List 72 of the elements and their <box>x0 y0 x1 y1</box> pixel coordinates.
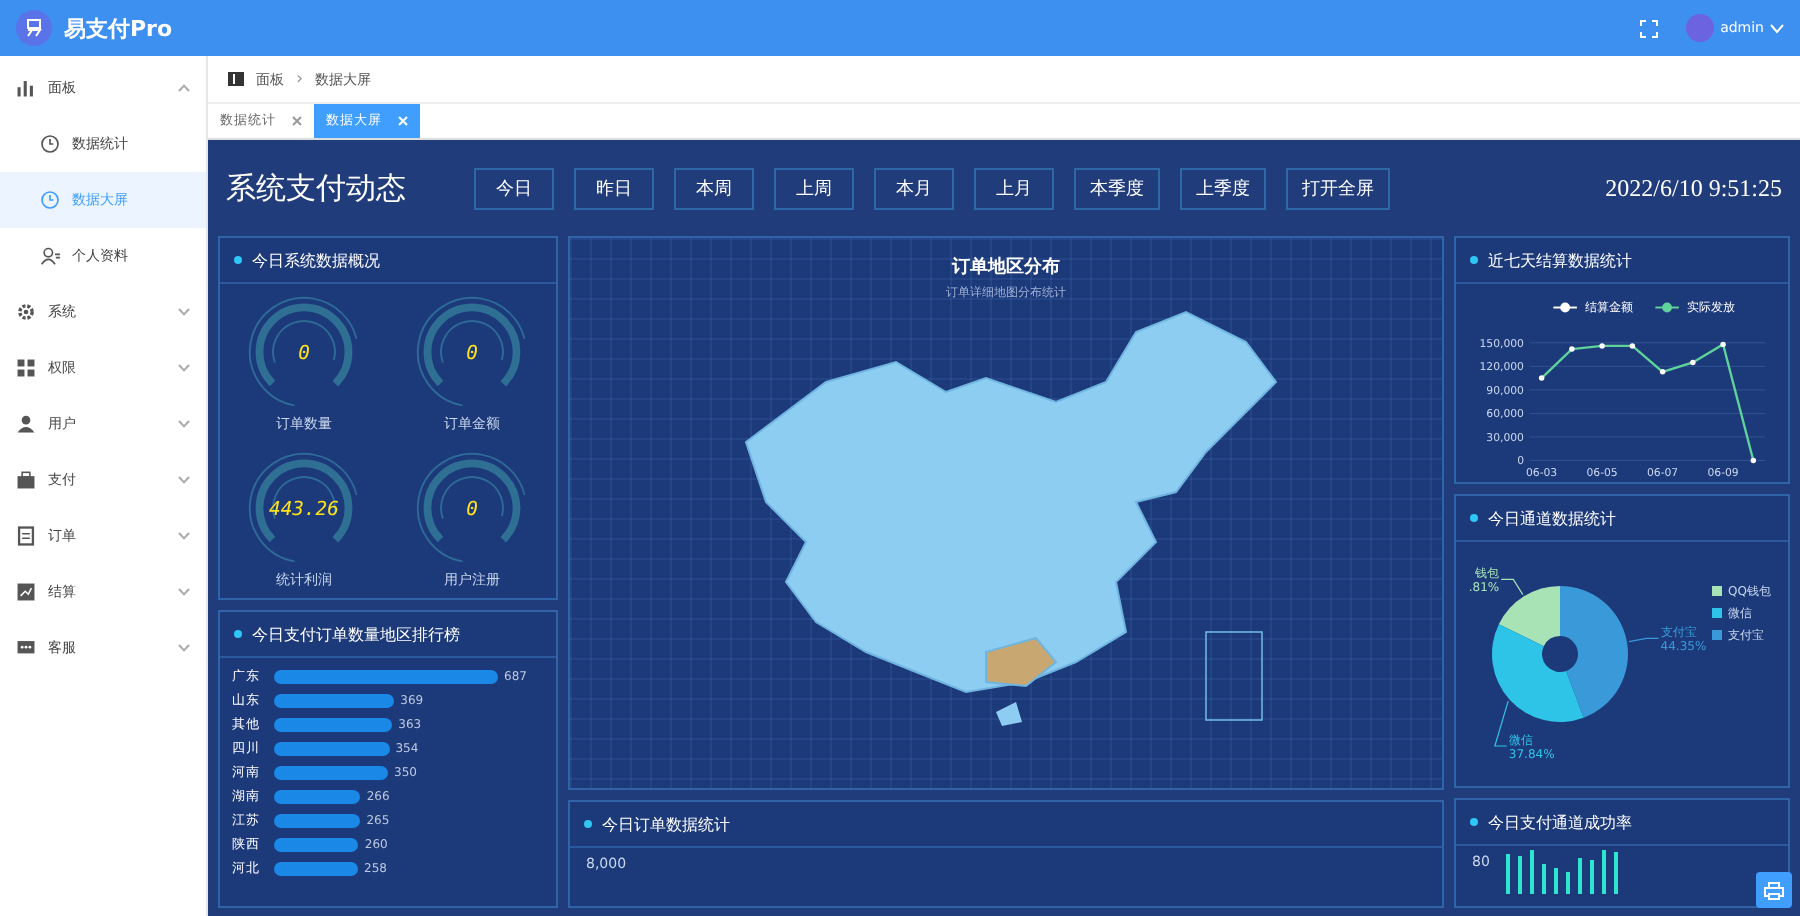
gauge-value: 0 <box>466 342 478 365</box>
menu-icon <box>40 190 60 210</box>
gauge-value: 443.26 <box>269 499 339 522</box>
legend-item <box>1552 302 1578 313</box>
map-title: 订单地区分布 <box>952 254 1060 280</box>
menu-icon <box>40 246 60 266</box>
menu-icon <box>16 526 36 546</box>
app-logo <box>16 10 52 46</box>
legend-swatch <box>1712 630 1722 640</box>
ranking-bar <box>274 718 393 732</box>
menu-icon[interactable] <box>228 72 244 86</box>
period-button[interactable]: 本周 <box>674 167 754 209</box>
data-point <box>1690 359 1696 366</box>
ranking-bar <box>274 838 359 852</box>
breadcrumb-separator: › <box>296 69 304 89</box>
printer-icon <box>1764 881 1784 899</box>
period-button[interactable]: 今日 <box>474 167 554 209</box>
bullet-icon <box>234 630 242 638</box>
gauge-value: 0 <box>298 342 310 365</box>
leader-line <box>1494 700 1509 747</box>
menu-icon <box>16 302 36 322</box>
panel-title: 今日通道数据统计 <box>1488 507 1616 529</box>
gauge-value: 0 <box>466 499 478 522</box>
leader-line <box>1500 578 1524 596</box>
menu-icon <box>16 78 36 98</box>
panel-title: 今日支付通道成功率 <box>1488 811 1632 833</box>
data-point <box>1599 343 1605 349</box>
ranking-bar <box>274 694 395 708</box>
period-button[interactable]: 上月 <box>974 167 1054 209</box>
ranking-bar <box>274 814 361 828</box>
fullscreen-icon[interactable] <box>1640 19 1659 37</box>
data-point <box>1538 375 1545 381</box>
bullet-icon <box>1470 256 1478 264</box>
legend-swatch <box>1712 608 1722 618</box>
period-button[interactable]: 昨日 <box>574 167 654 209</box>
close-icon[interactable] <box>292 116 302 126</box>
period-button[interactable]: 打开全屏 <box>1286 167 1390 209</box>
bullet-icon <box>1470 818 1478 826</box>
menu-icon <box>16 638 36 658</box>
caret-icon[interactable] <box>1770 23 1784 33</box>
dashboard-title: 系统支付动态 <box>226 171 406 207</box>
bullet-icon <box>234 256 242 264</box>
ranking-bar <box>274 862 359 876</box>
panel-title: 今日系统数据概况 <box>252 249 380 271</box>
legend-swatch <box>1712 586 1722 596</box>
bullet-icon <box>584 820 592 828</box>
data-point <box>1659 369 1666 375</box>
bullet-icon <box>1470 514 1478 522</box>
period-button[interactable]: 上季度 <box>1180 167 1266 209</box>
data-point <box>1750 457 1757 464</box>
ranking-bar <box>274 790 361 804</box>
period-button[interactable]: 上周 <box>774 167 854 209</box>
menu-icon <box>40 134 60 154</box>
app-name: 易支付Pro <box>64 13 173 43</box>
data-point <box>1629 343 1636 349</box>
period-button[interactable]: 本季度 <box>1074 167 1160 209</box>
period-button[interactable]: 本月 <box>874 167 954 209</box>
float-button[interactable] <box>1756 872 1792 908</box>
datetime: 2022/6/10 9:51:25 <box>1605 173 1782 203</box>
legend-item <box>1654 302 1680 313</box>
ranking-bar <box>274 766 389 780</box>
menu-icon <box>16 470 36 490</box>
data-point <box>1569 346 1575 352</box>
ranking-bar <box>274 742 390 756</box>
menu-icon <box>16 358 36 378</box>
panel-title: 今日支付订单数量地区排行榜 <box>252 623 460 645</box>
leader-line <box>1628 637 1660 643</box>
data-point <box>1720 341 1726 348</box>
menu-icon <box>16 414 36 434</box>
panel-title: 今日订单数据统计 <box>602 813 730 835</box>
panel-title: 近七天结算数据统计 <box>1488 249 1632 271</box>
menu-icon <box>16 582 36 602</box>
